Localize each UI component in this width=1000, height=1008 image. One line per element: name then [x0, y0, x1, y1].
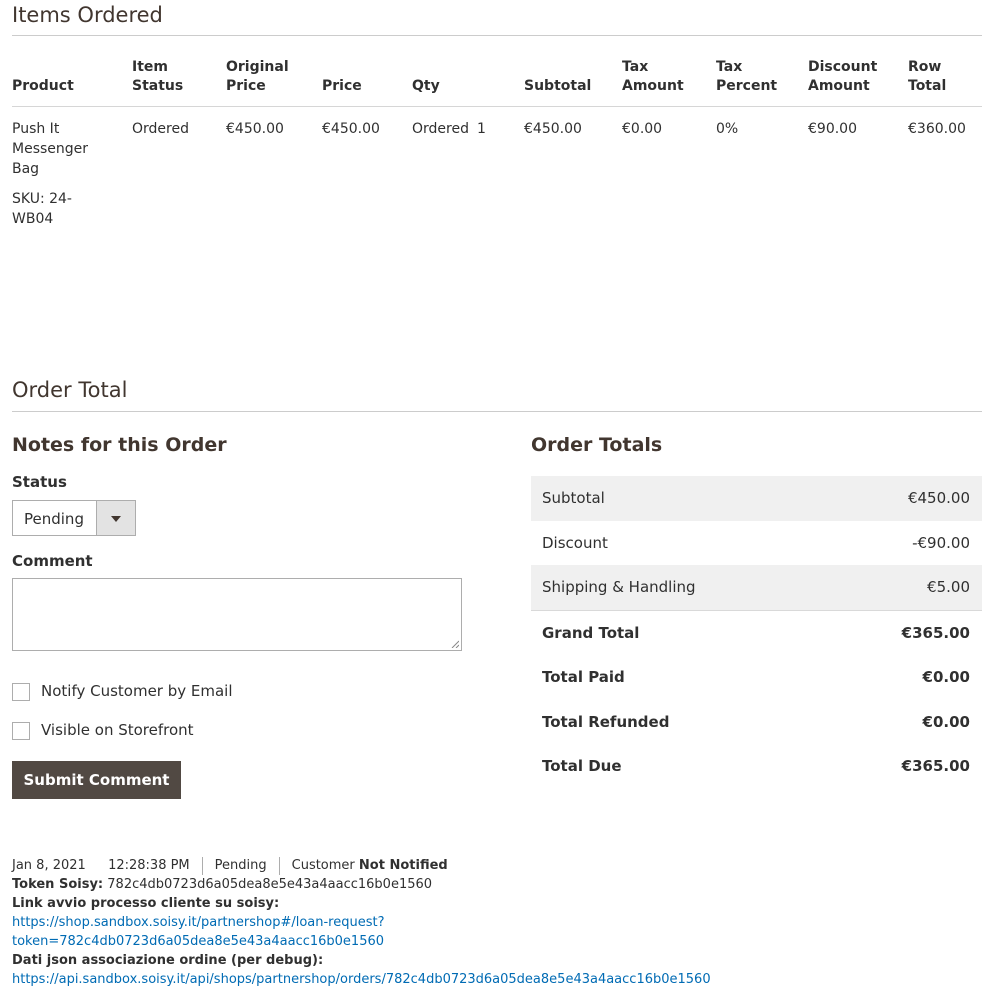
- col-header-original-price: Original Price: [226, 58, 322, 107]
- subtotal-value: €450.00: [907, 489, 970, 507]
- token-label: Token Soisy:: [12, 877, 104, 892]
- totals-row-grand-total: Grand Total €365.00: [531, 609, 982, 656]
- qty-value: 1: [476, 121, 486, 137]
- items-ordered-table: Product Item Status Original Price Price Q…: [12, 58, 982, 229]
- order-totals-table: Subtotal €450.00 Discount -€90.00 Shippi…: [531, 476, 982, 789]
- submit-comment-button[interactable]: Submit Comment: [12, 761, 181, 799]
- soisy-loan-request-link[interactable]: https://shop.sandbox.soisy.it/partnersho…: [12, 913, 972, 951]
- col-header-tax-amount: Tax Amount: [622, 58, 716, 107]
- col-header-qty: Qty: [412, 58, 524, 107]
- resize-handle-icon[interactable]: [451, 640, 459, 648]
- order-totals-title: Order Totals: [531, 434, 663, 456]
- totals-row-total-refunded: Total Refunded €0.00: [531, 700, 982, 745]
- total-paid-value: €0.00: [922, 668, 970, 686]
- visible-on-storefront-checkbox[interactable]: [12, 722, 30, 740]
- tax-percent-cell: 0%: [716, 121, 739, 137]
- notify-customer-checkbox[interactable]: [12, 683, 30, 701]
- item-status-cell: Ordered: [132, 121, 189, 137]
- link-label-line: Link avvio processo cliente su soisy:: [12, 894, 972, 913]
- link-label: Link avvio processo cliente su soisy:: [12, 896, 280, 911]
- json-label-line: Dati json associazione ordine (per debug…: [12, 951, 972, 970]
- totals-row-shipping: Shipping & Handling €5.00: [531, 565, 982, 610]
- totals-row-total-due: Total Due €365.00: [531, 744, 982, 789]
- product-sku: SKU: 24- WB04: [12, 191, 72, 227]
- history-status: Pending: [214, 858, 267, 873]
- col-header-discount-amount: Discount Amount: [808, 58, 908, 107]
- totals-row-total-paid: Total Paid €0.00: [531, 655, 982, 700]
- notify-customer-label[interactable]: Notify Customer by Email: [41, 682, 233, 700]
- history-divider: [201, 856, 203, 875]
- soisy-api-order-link[interactable]: https://api.sandbox.soisy.it/api/shops/p…: [12, 970, 972, 989]
- totals-row-subtotal: Subtotal €450.00: [531, 476, 982, 521]
- history-customer-prefix: Customer: [291, 858, 355, 873]
- row-total-cell: €360.00: [908, 121, 966, 137]
- total-refunded-label: Total Refunded: [542, 712, 670, 731]
- visible-on-storefront-label[interactable]: Visible on Storefront: [41, 721, 194, 739]
- table-row: Push It Messenger Bag SKU: 24- WB04 Orde…: [12, 107, 982, 230]
- total-due-value: €365.00: [901, 757, 970, 775]
- product-cell: Push It Messenger Bag SKU: 24- WB04: [12, 107, 132, 230]
- comment-history-entry: Jan 8, 2021 12:28:38 PM Pending Customer N…: [12, 856, 972, 989]
- grand-total-value: €365.00: [901, 623, 970, 642]
- token-line: Token Soisy: 782c4db0723d6a05dea8e5e43a4…: [12, 875, 972, 894]
- items-ordered-divider: [12, 35, 982, 36]
- grand-total-label: Grand Total: [542, 623, 640, 642]
- history-meta: Jan 8, 2021 12:28:38 PM Pending Customer N…: [12, 856, 972, 875]
- discount-label: Discount: [542, 533, 608, 552]
- shipping-value: €5.00: [927, 578, 970, 596]
- status-label: Status: [12, 473, 67, 491]
- subtotal-label: Subtotal: [542, 489, 605, 507]
- order-total-divider: [12, 411, 982, 412]
- token-value: 782c4db0723d6a05dea8e5e43a4aacc16b0e1560: [107, 877, 433, 892]
- discount-amount-cell: €90.00: [808, 121, 857, 137]
- comment-label: Comment: [12, 552, 93, 570]
- price-cell: €450.00: [322, 121, 380, 137]
- tax-amount-cell: €0.00: [622, 121, 663, 137]
- col-header-tax-percent: Tax Percent: [716, 58, 808, 107]
- totals-row-discount: Discount -€90.00: [531, 521, 982, 566]
- items-ordered-title: Items Ordered: [12, 3, 163, 27]
- history-divider: [278, 856, 280, 875]
- json-label: Dati json associazione ordine (per debug…: [12, 953, 324, 968]
- product-name: Push It Messenger Bag: [12, 121, 89, 177]
- status-select[interactable]: Pending: [12, 500, 136, 536]
- col-header-item-status: Item Status: [132, 58, 226, 107]
- items-table-header-row: Product Item Status Original Price Price Q…: [12, 58, 982, 107]
- history-customer-state: Not Notified: [358, 858, 448, 873]
- history-time: 12:28:38 PM: [108, 858, 190, 873]
- qty-cell: Ordered 1: [412, 107, 524, 230]
- order-total-title: Order Total: [12, 378, 128, 402]
- chevron-down-icon: [96, 501, 135, 535]
- subtotal-cell: €450.00: [524, 121, 582, 137]
- shipping-label: Shipping & Handling: [542, 578, 696, 596]
- col-header-subtotal: Subtotal: [524, 58, 622, 107]
- total-due-label: Total Due: [542, 757, 622, 775]
- col-header-row-total: Row Total: [908, 58, 982, 107]
- status-select-value: Pending: [24, 510, 84, 528]
- total-refunded-value: €0.00: [922, 712, 970, 731]
- notes-title: Notes for this Order: [12, 434, 227, 456]
- total-paid-label: Total Paid: [542, 668, 625, 686]
- comment-textarea[interactable]: [12, 578, 462, 651]
- original-price-cell: €450.00: [226, 121, 284, 137]
- history-date: Jan 8, 2021: [12, 858, 86, 873]
- qty-label: Ordered: [412, 121, 469, 137]
- col-header-price: Price: [322, 58, 412, 107]
- col-header-product: Product: [12, 58, 132, 107]
- discount-value: -€90.00: [912, 533, 970, 552]
